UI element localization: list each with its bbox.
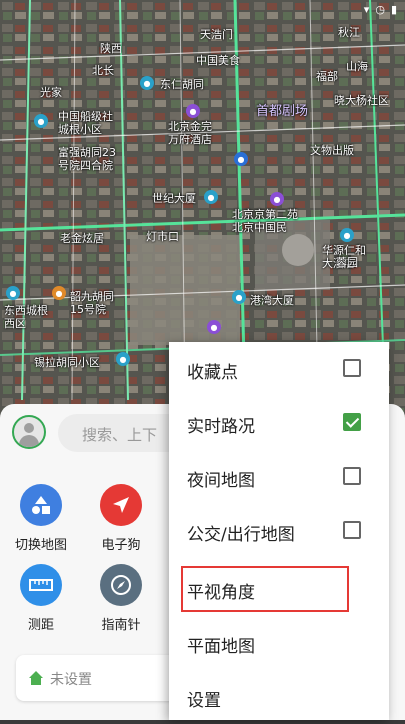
map-label[interactable]: 首都剧场 (256, 100, 308, 119)
menu-item-label: 收藏点 (187, 363, 238, 383)
map-label[interactable]: 灯市口 (146, 228, 179, 244)
transit-map-checkbox[interactable] (343, 521, 361, 539)
map-label[interactable]: 陕西 (100, 40, 122, 56)
navigation-arrow-icon (100, 484, 142, 526)
poi-pin-icon[interactable]: ● (232, 290, 246, 304)
map-label[interactable]: 中国美食 (196, 52, 240, 68)
bus-stop-icon[interactable]: ● (234, 152, 248, 166)
alarm-icon: ◷ (375, 3, 385, 16)
switch-map-button[interactable]: 切换地图 (6, 484, 76, 553)
avatar-head (24, 423, 34, 433)
compass-icon (100, 564, 142, 606)
menu-item-label: 设置 (187, 691, 221, 711)
live-traffic-checkbox[interactable] (343, 413, 361, 431)
home-unset-button[interactable]: 未设置 (16, 655, 186, 701)
map-label[interactable]: 世纪大厦 (152, 190, 196, 206)
poi-pin-icon[interactable]: ● (204, 190, 218, 204)
menu-item-label: 公交/出行地图 (187, 525, 295, 545)
poi-pin-icon[interactable]: ● (340, 228, 354, 242)
signal-icon: ▮ (390, 3, 397, 16)
compass-button[interactable]: 指南针 (86, 564, 156, 633)
avatar[interactable] (12, 415, 46, 449)
poi-pin-icon[interactable]: ● (270, 192, 284, 206)
map-label[interactable]: 港湾大厦 (250, 292, 294, 308)
night-map-checkbox[interactable] (343, 467, 361, 485)
electronic-dog-label: 电子狗 (101, 538, 141, 553)
unset-label: 未设置 (50, 672, 92, 688)
map-label[interactable]: 文物出版 (310, 142, 354, 158)
wifi-icon: ▾ (363, 3, 370, 16)
map-options-menu: 收藏点 实时路况 夜间地图 公交/出行地图 平视角度 平面地图 设置 (169, 342, 389, 720)
compass-label: 指南针 (101, 618, 141, 633)
layers-icon (20, 484, 62, 526)
switch-map-label: 切换地图 (14, 538, 67, 553)
poi-pin-icon[interactable]: ● (34, 114, 48, 128)
measure-distance-label: 测距 (27, 618, 54, 633)
poi-pin-icon[interactable]: ● (186, 104, 200, 118)
menu-item-transit-map[interactable]: 公交/出行地图 (169, 504, 389, 558)
map-label[interactable]: 秋江 (338, 24, 360, 40)
map-label[interactable]: 老金炫居 (60, 230, 104, 246)
map-label[interactable]: 蓉园 (336, 254, 358, 270)
favorites-checkbox[interactable] (343, 359, 361, 377)
map-label[interactable]: 光家 (40, 84, 62, 100)
menu-item-label: 夜间地图 (187, 471, 255, 491)
map-label[interactable]: 天浩门 (200, 26, 233, 42)
poi-pin-icon[interactable]: ● (140, 76, 154, 90)
avatar-body (19, 435, 39, 447)
status-bar: ▾ ◷ ▮ (0, 0, 405, 22)
map-label[interactable]: 北长 (92, 62, 114, 78)
menu-item-label: 实时路况 (187, 417, 255, 437)
map-label[interactable]: 中国船级社 城根小区 (58, 110, 113, 136)
menu-item-label: 平视角度 (187, 583, 255, 603)
ruler-icon (20, 564, 62, 606)
poi-pin-icon[interactable]: ● (207, 320, 221, 334)
menu-item-level-view[interactable]: 平视角度 (169, 562, 389, 616)
poi-pin-icon[interactable]: ● (52, 286, 66, 300)
map-label[interactable]: 晓大杨社区 (334, 92, 389, 108)
home-icon (29, 671, 43, 685)
map-label[interactable]: 山海 (346, 58, 368, 74)
menu-item-favorites[interactable]: 收藏点 (169, 342, 389, 396)
electronic-dog-button[interactable]: 电子狗 (86, 484, 156, 553)
map-label[interactable]: 北京京第二苑 北京中国民 (232, 208, 298, 234)
map-label[interactable]: 福部 (316, 68, 338, 84)
map-label[interactable]: 富强胡同23 号院四合院 (58, 146, 116, 172)
menu-item-settings[interactable]: 设置 (169, 670, 389, 724)
poi-pin-icon[interactable]: ● (116, 352, 130, 366)
map-label[interactable]: 锡拉胡同小区 (34, 354, 100, 370)
poi-pin-icon[interactable]: ● (6, 286, 20, 300)
menu-item-night-map[interactable]: 夜间地图 (169, 450, 389, 504)
map-label[interactable]: 韶九胡同 15号院 (70, 290, 114, 316)
menu-item-flat-map[interactable]: 平面地图 (169, 616, 389, 670)
map-label[interactable]: 东西城根 西区 (4, 304, 48, 330)
measure-distance-button[interactable]: 测距 (6, 564, 76, 633)
menu-item-live-traffic[interactable]: 实时路况 (169, 396, 389, 450)
map-label[interactable]: 北京金完 万府酒店 (168, 120, 212, 146)
map-label[interactable]: 东仁胡同 (160, 76, 204, 92)
search-placeholder: 搜索、上下 (82, 426, 158, 444)
menu-item-label: 平面地图 (187, 637, 255, 657)
